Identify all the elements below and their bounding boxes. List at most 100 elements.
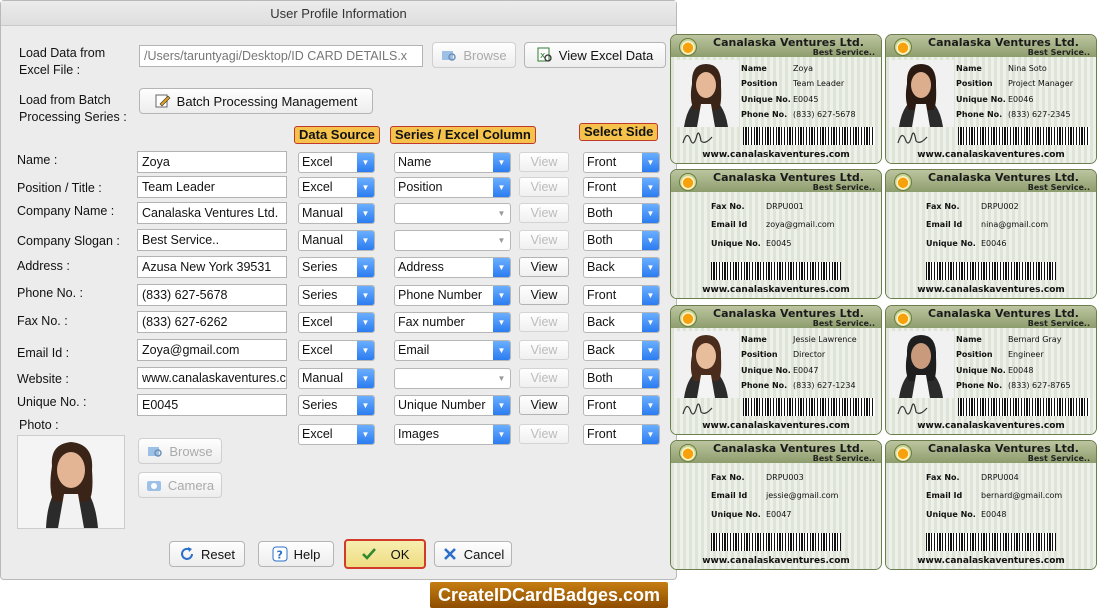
field-value-input[interactable]: (833) 627-5678 xyxy=(137,284,287,306)
card-field-value: E0047 xyxy=(793,366,819,375)
help-button[interactable]: ? Help xyxy=(258,541,334,567)
photo-side-select[interactable]: Front ▼ xyxy=(583,424,660,445)
card-website: www.canalaskaventures.com xyxy=(702,556,850,566)
data-source-select[interactable]: Excel ▼ xyxy=(298,152,375,173)
select-side-select[interactable]: Front ▼ xyxy=(583,395,660,416)
ok-label: OK xyxy=(390,546,410,562)
card-field-label: Phone No. xyxy=(956,110,1003,119)
series-column-select[interactable]: Position ▼ xyxy=(394,177,511,198)
ok-button[interactable]: OK xyxy=(344,539,426,569)
chevron-down-icon: ▼ xyxy=(357,204,374,223)
card-field-label: Email Id xyxy=(926,220,963,229)
series-column-select[interactable]: Phone Number ▼ xyxy=(394,285,511,306)
data-source-select[interactable]: Excel ▼ xyxy=(298,340,375,361)
data-source-select[interactable]: Manual ▼ xyxy=(298,230,375,251)
field-value-input[interactable]: Best Service.. xyxy=(137,229,287,251)
barcode xyxy=(711,262,841,280)
data-source-select[interactable]: Excel ▼ xyxy=(298,312,375,333)
card-field: Position Director xyxy=(741,350,825,359)
select-side-select[interactable]: Front ▼ xyxy=(583,285,660,306)
select-side-select[interactable]: Front ▼ xyxy=(583,152,660,173)
field-value-input[interactable]: Azusa New York 39531 xyxy=(137,256,287,278)
field-value-input[interactable]: Canalaska Ventures Ltd. xyxy=(137,202,287,224)
select-side-select[interactable]: Both ▼ xyxy=(583,368,660,389)
view-series-button[interactable]: View xyxy=(519,368,569,388)
cancel-label: Cancel xyxy=(463,546,505,562)
view-series-button[interactable]: View xyxy=(519,152,569,172)
card-field-label: Fax No. xyxy=(926,202,960,211)
data-source-select[interactable]: Series ▼ xyxy=(298,257,375,278)
select-side-select[interactable]: Back ▼ xyxy=(583,257,660,278)
view-series-button[interactable]: View xyxy=(519,230,569,250)
cancel-button[interactable]: Cancel xyxy=(434,541,512,567)
series-column-select[interactable]: ▼ xyxy=(394,368,511,389)
card-field: Unique No. E0045 xyxy=(741,95,818,104)
barcode xyxy=(958,398,1090,416)
view-series-button[interactable]: View xyxy=(519,395,569,415)
view-series-button[interactable]: View xyxy=(519,340,569,360)
data-source-select[interactable]: Manual ▼ xyxy=(298,368,375,389)
photo-column-select[interactable]: Images ▼ xyxy=(394,424,511,445)
series-column-select[interactable]: Email ▼ xyxy=(394,340,511,361)
field-value-input[interactable]: (833) 627-6262 xyxy=(137,311,287,333)
card-field-label: Name xyxy=(956,335,982,344)
field-value-input[interactable]: www.canalaskaventures.c xyxy=(137,367,287,389)
select-side-select[interactable]: Both ▼ xyxy=(583,203,660,224)
help-icon: ? xyxy=(272,546,288,562)
camera-button[interactable]: Camera xyxy=(138,472,222,498)
series-column-header: Series / Excel Column xyxy=(390,126,536,144)
data-source-select[interactable]: Series ▼ xyxy=(298,395,375,416)
card-field-label: Unique No. xyxy=(926,510,976,519)
series-column-select[interactable]: ▼ xyxy=(394,230,511,251)
series-column-select[interactable]: Unique Number ▼ xyxy=(394,395,511,416)
camera-icon xyxy=(146,481,161,491)
data-source-value: Excel xyxy=(302,180,333,194)
card-field-value: Project Manager xyxy=(1008,79,1073,88)
chevron-down-icon: ▼ xyxy=(642,425,659,444)
batch-processing-button[interactable]: Batch Processing Management xyxy=(139,88,373,114)
card-field-value: E0048 xyxy=(1008,366,1034,375)
photo-source-select[interactable]: Excel ▼ xyxy=(298,424,375,445)
excel-path-field[interactable]: /Users/taruntyagi/Desktop/ID CARD DETAIL… xyxy=(139,45,423,67)
excel-browse-button[interactable]: Browse xyxy=(432,42,516,68)
photo-browse-label: Browse xyxy=(169,443,213,459)
photo-view-button[interactable]: View xyxy=(519,424,569,444)
chevron-down-icon: ▼ xyxy=(493,425,510,444)
field-value-input[interactable]: Team Leader xyxy=(137,176,287,198)
view-series-button[interactable]: View xyxy=(519,285,569,305)
field-value-input[interactable]: Zoya@gmail.com xyxy=(137,339,287,361)
view-series-button[interactable]: View xyxy=(519,177,569,197)
series-column-select[interactable]: Address ▼ xyxy=(394,257,511,278)
data-source-select[interactable]: Series ▼ xyxy=(298,285,375,306)
view-series-button[interactable]: View xyxy=(519,203,569,223)
data-source-value: Series xyxy=(302,398,338,412)
select-side-select[interactable]: Back ▼ xyxy=(583,340,660,361)
view-excel-button[interactable]: x View Excel Data xyxy=(524,42,666,68)
camera-label: Camera xyxy=(167,477,215,493)
card-field: Unique No. E0046 xyxy=(926,239,1006,248)
excel-file-label: Load Data from Excel File : xyxy=(19,46,106,77)
photo-browse-button[interactable]: Browse xyxy=(138,438,222,464)
select-side-select[interactable]: Back ▼ xyxy=(583,312,660,333)
field-label: Name : xyxy=(17,153,58,167)
chevron-down-icon: ▼ xyxy=(357,341,374,360)
reset-button[interactable]: Reset xyxy=(169,541,245,567)
view-series-button[interactable]: View xyxy=(519,257,569,277)
chevron-down-icon: ▼ xyxy=(642,258,659,277)
field-value-input[interactable]: E0045 xyxy=(137,394,287,416)
field-value-input[interactable]: Zoya xyxy=(137,151,287,173)
card-field-label: Email Id xyxy=(711,220,748,229)
select-side-select[interactable]: Front ▼ xyxy=(583,177,660,198)
data-source-select[interactable]: Excel ▼ xyxy=(298,177,375,198)
series-column-select[interactable]: Name ▼ xyxy=(394,152,511,173)
series-column-select[interactable]: ▼ xyxy=(394,203,511,224)
data-source-select[interactable]: Manual ▼ xyxy=(298,203,375,224)
select-side-select[interactable]: Both ▼ xyxy=(583,230,660,251)
signature-image xyxy=(682,403,713,415)
company-logo-icon xyxy=(894,444,912,462)
id-card-front: Canalaska Ventures Ltd. Best Service.. N… xyxy=(670,305,882,435)
card-slogan: Best Service.. xyxy=(812,48,875,57)
view-series-button[interactable]: View xyxy=(519,312,569,332)
card-field: Email Id jessie@gmail.com xyxy=(711,491,838,500)
series-column-select[interactable]: Fax number ▼ xyxy=(394,312,511,333)
